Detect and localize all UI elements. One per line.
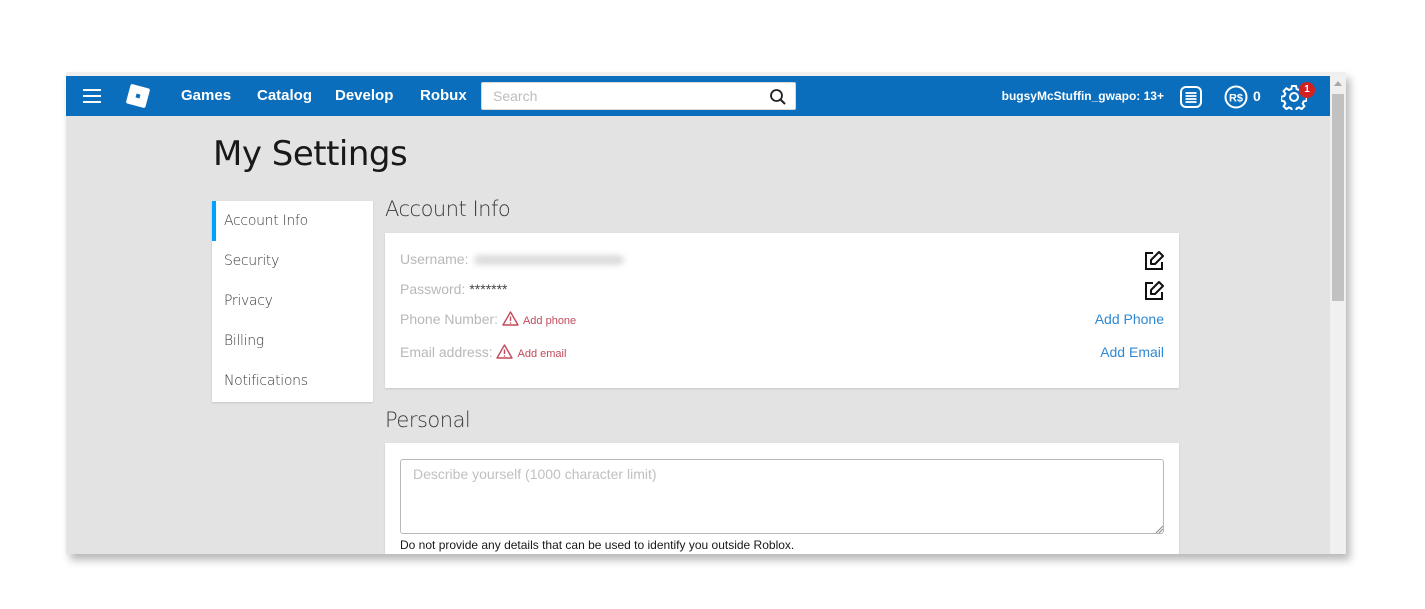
email-warning-icon	[496, 344, 514, 359]
vertical-scrollbar[interactable]	[1330, 76, 1346, 554]
edit-username-icon[interactable]	[1143, 250, 1165, 272]
username-value-blurred	[474, 255, 625, 266]
edit-password-icon[interactable]	[1143, 280, 1165, 302]
page-title: My Settings	[213, 134, 408, 174]
roblox-logo-icon[interactable]	[125, 83, 151, 109]
notification-badge: 1	[1299, 82, 1315, 98]
scrollbar-thumb[interactable]	[1332, 94, 1344, 301]
menu-item-security[interactable]: Security	[212, 241, 373, 281]
nav-games[interactable]: Games	[181, 87, 231, 104]
add-email-button[interactable]: Add Email	[1100, 344, 1164, 360]
nav-robux[interactable]: Robux	[420, 87, 467, 104]
phone-row: Phone Number: Add phone	[400, 311, 576, 327]
email-field-label: Email address:	[400, 344, 493, 360]
resize-grip-icon[interactable]	[1155, 525, 1163, 533]
nav-develop[interactable]: Develop	[335, 87, 393, 104]
search-icon[interactable]	[769, 88, 787, 106]
password-field-label: Password:	[400, 281, 466, 297]
menu-item-account-info[interactable]: Account Info	[212, 201, 373, 241]
add-phone-inline-link[interactable]: Add phone	[523, 315, 576, 327]
account-info-heading: Account Info	[385, 197, 511, 221]
phone-field-label: Phone Number:	[400, 311, 499, 327]
messages-icon[interactable]	[1179, 85, 1203, 109]
browser-window: Games Catalog Develop Robux bugsyMcStuff…	[66, 72, 1346, 554]
add-phone-button[interactable]: Add Phone	[1095, 311, 1164, 327]
menu-item-notifications[interactable]: Notifications	[212, 361, 373, 401]
top-navigation-bar: Games Catalog Develop Robux bugsyMcStuff…	[66, 76, 1330, 116]
robux-balance: 0	[1253, 88, 1261, 104]
email-row: Email address: Add email	[400, 344, 566, 360]
phone-warning-icon	[502, 311, 519, 326]
account-info-card: Username: Password: ******* Phone Number:…	[385, 233, 1179, 388]
robux-icon[interactable]: R$	[1224, 85, 1248, 109]
username-field-label: Username:	[400, 251, 469, 267]
settings-side-menu: Account Info Security Privacy Billing No…	[212, 201, 373, 402]
password-row: Password: *******	[400, 281, 508, 297]
about-me-privacy-note: Do not provide any details that can be u…	[400, 538, 795, 552]
personal-heading: Personal	[385, 408, 471, 432]
search-box	[481, 82, 796, 110]
search-input[interactable]	[482, 83, 762, 109]
scroll-up-arrow-icon[interactable]	[1334, 81, 1342, 86]
username-row: Username:	[400, 251, 625, 267]
svg-text:R$: R$	[1229, 93, 1243, 105]
nav-catalog[interactable]: Catalog	[257, 87, 312, 104]
hamburger-menu-icon[interactable]	[83, 89, 101, 103]
menu-item-privacy[interactable]: Privacy	[212, 281, 373, 321]
add-email-inline-link[interactable]: Add email	[517, 348, 566, 360]
about-me-textarea[interactable]	[400, 459, 1164, 534]
username-label[interactable]: bugsyMcStuffin_gwapo: 13+	[1002, 89, 1164, 103]
menu-item-billing[interactable]: Billing	[212, 321, 373, 361]
password-value: *******	[469, 281, 508, 297]
personal-card: Do not provide any details that can be u…	[385, 443, 1179, 554]
